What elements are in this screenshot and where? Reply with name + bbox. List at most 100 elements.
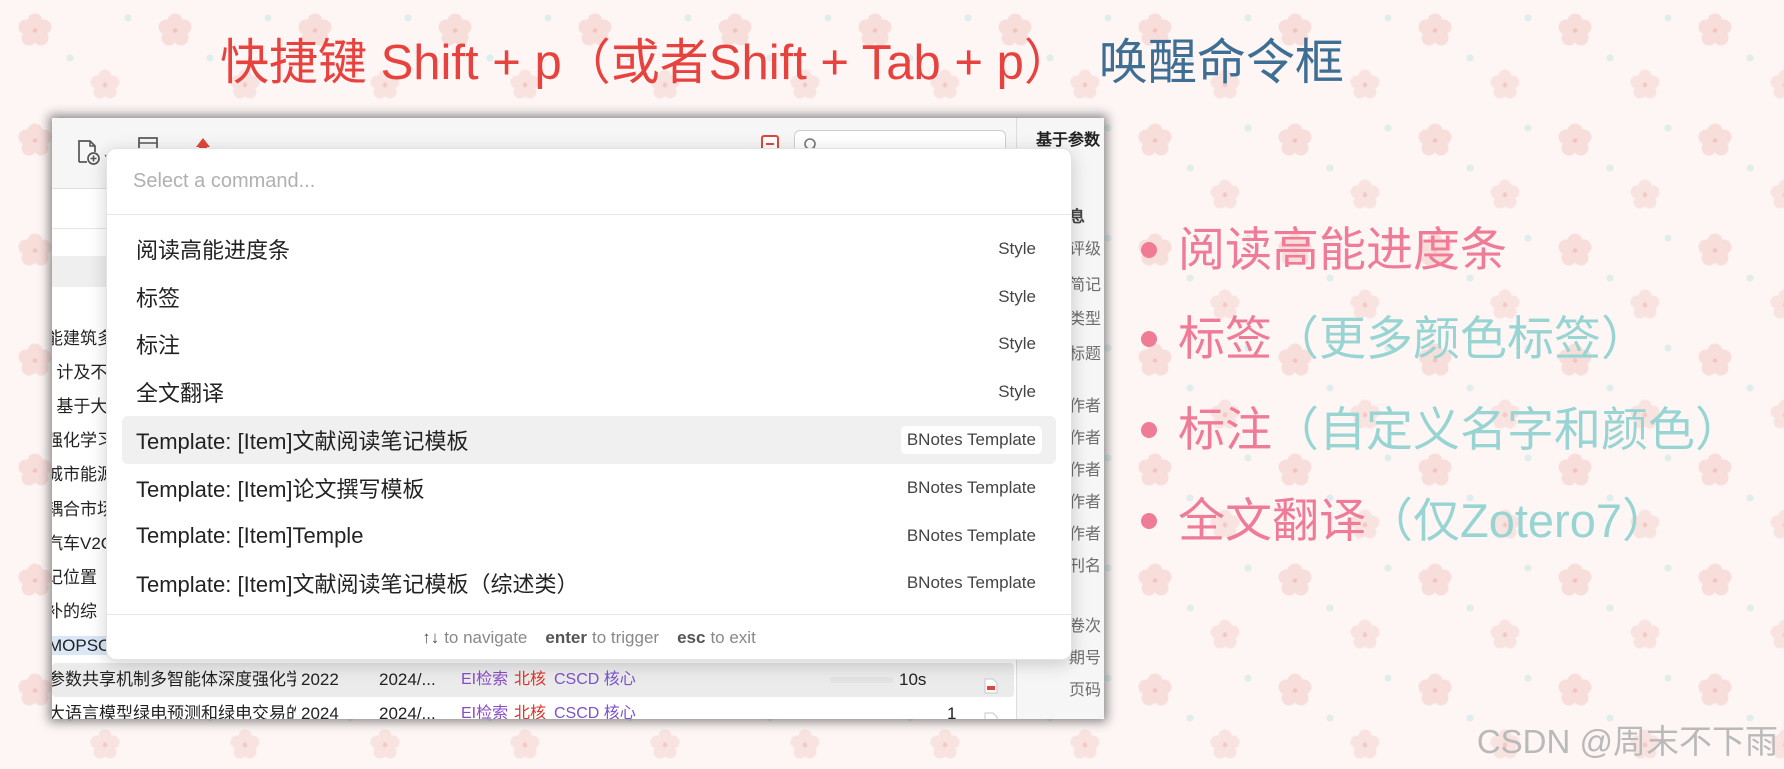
command-item[interactable]: Template: [Item]文献阅读笔记模板（综述类） BNotes Tem…: [122, 560, 1056, 608]
command-label: 标签: [136, 285, 181, 311]
hint-text: to trigger: [591, 628, 660, 647]
command-list: 阅读高能进度条 Style 标签 Style 标注 Style 全文翻译 Sty…: [107, 215, 1071, 607]
item-year: 2024: [301, 704, 339, 719]
feature-name: 标签: [1178, 312, 1272, 365]
palette-footer: ↑↓ to navigate enter to trigger esc to exit: [107, 614, 1071, 661]
command-label: Template: [Item]文献阅读笔记模板: [136, 429, 469, 455]
field-label: 标题: [1069, 346, 1102, 363]
hint-trigger: enter to trigger: [545, 628, 659, 648]
command-item[interactable]: 标注 Style: [122, 321, 1056, 369]
command-category: Style: [998, 382, 1036, 402]
field-label: 类型: [1069, 311, 1102, 328]
list-item-title[interactable]: 城市能源: [52, 458, 114, 492]
tag-cscd: CSCD 核心: [554, 705, 636, 719]
field-label: 期号: [1069, 650, 1102, 667]
bullet-dot: [1141, 331, 1157, 347]
command-category: BNotes Template: [906, 525, 1036, 545]
item-pane-title: 基于参数: [1036, 132, 1101, 149]
zotero-screenshot: 能建筑多 - 计及不 - 基于大 强化学习 城市能源 耦合市场 汽车V2G 记位…: [52, 118, 1104, 719]
field-label: 作者: [1069, 526, 1102, 543]
feature-name: 标注: [1178, 403, 1272, 456]
progress-track: [830, 677, 893, 683]
field-label: 作者: [1069, 462, 1102, 479]
item-date: 2024/...: [379, 670, 436, 689]
bullet-dot: [1141, 513, 1157, 529]
command-item[interactable]: 全文翻译 Style: [122, 368, 1056, 416]
hint-text: to navigate: [444, 628, 528, 647]
feature-name: 阅读高能进度条: [1178, 223, 1507, 276]
item-year: 2022: [301, 670, 339, 689]
feature-item: 标签 （更多颜色标签）: [1141, 306, 1648, 372]
list-item-title[interactable]: - 基于大: [52, 390, 107, 424]
feature-name: 全文翻译: [1178, 494, 1366, 547]
tag-ei: EI检索: [461, 671, 509, 688]
command-label: 全文翻译: [136, 381, 225, 407]
feature-item: 阅读高能进度条: [1141, 217, 1507, 283]
command-category: Style: [998, 238, 1036, 258]
command-label: 标注: [136, 333, 181, 359]
tag-beihe: 北核: [514, 705, 547, 719]
command-category: Style: [998, 334, 1036, 354]
tag-beihe: 北核: [514, 671, 547, 688]
feature-note: （仅Zotero7）: [1366, 494, 1669, 547]
hint-key: ↑↓: [422, 628, 440, 647]
field-label: 简记: [1069, 277, 1102, 294]
hint-key: enter: [545, 628, 587, 647]
hint-navigate: ↑↓ to navigate: [422, 628, 527, 648]
hint-key: esc: [677, 628, 706, 647]
pdf-attachment-icon[interactable]: [984, 672, 998, 694]
command-category: BNotes Template: [900, 426, 1042, 455]
feature-note: （自定义名字和颜色）: [1272, 403, 1742, 456]
bullet-dot: [1141, 422, 1157, 438]
field-label: 作者: [1069, 430, 1102, 447]
field-label: 卷次: [1069, 618, 1102, 635]
shortcut-text: 快捷键 Shift + p（或者Shift + Tab + p）: [220, 36, 1073, 90]
command-label: Template: [Item]论文撰写模板: [136, 476, 425, 502]
item-extra: 1: [947, 704, 957, 719]
command-label: 阅读高能进度条: [136, 237, 291, 263]
command-item[interactable]: 标签 Style: [122, 273, 1056, 321]
bullet-dot: [1141, 242, 1157, 258]
title-suffix: 唤醒命令框: [1098, 36, 1344, 90]
feature-note: （更多颜色标签）: [1272, 312, 1648, 365]
field-label: 评级: [1069, 241, 1102, 258]
field-label: 作者: [1069, 494, 1102, 511]
list-item-title[interactable]: 能建筑多: [52, 322, 114, 356]
field-label: 刊名: [1069, 558, 1102, 575]
list-item-title[interactable]: 耦合市场: [52, 493, 114, 527]
tag-ei: EI检索: [461, 705, 509, 719]
item-title: 参数共享机制多智能体深度强化学: [52, 670, 296, 689]
command-item[interactable]: Template: [Item]Temple BNotes Template: [122, 512, 1056, 560]
list-item-title[interactable]: - 计及不: [52, 356, 107, 390]
command-item[interactable]: Template: [Item]论文撰写模板 BNotes Template: [122, 464, 1056, 512]
list-item-title[interactable]: 补的综: [52, 595, 97, 629]
pdf-attachment-icon[interactable]: [984, 706, 998, 719]
table-row[interactable]: 大语言模型绿电预测和绿电交易的 2024 2024/... EI检索 北核 CS…: [52, 697, 1014, 719]
item-date: 2024/...: [379, 704, 436, 719]
command-item-selected[interactable]: Template: [Item]文献阅读笔记模板 BNotes Template: [122, 416, 1056, 464]
tag-cscd: CSCD 核心: [554, 671, 636, 688]
table-row[interactable]: 参数共享机制多智能体深度强化学 2022 2024/... EI检索 北核 CS…: [52, 663, 1014, 697]
command-label: Template: [Item]文献阅读笔记模板（综述类）: [136, 572, 579, 598]
command-category: Style: [998, 286, 1036, 306]
feature-item: 标注 （自定义名字和颜色）: [1141, 397, 1742, 463]
command-category: BNotes Template: [906, 573, 1036, 593]
list-item-title[interactable]: 汽车V2G: [52, 527, 114, 561]
list-item-title[interactable]: 记位置: [52, 561, 97, 595]
new-item-icon[interactable]: [74, 138, 102, 171]
item-title: 大语言模型绿电预测和绿电交易的: [52, 704, 296, 719]
command-input[interactable]: [107, 149, 1033, 213]
command-palette: 阅读高能进度条 Style 标签 Style 标注 Style 全文翻译 Sty…: [106, 148, 1072, 660]
feature-item: 全文翻译 （仅Zotero7）: [1141, 488, 1669, 554]
command-label: Template: [Item]Temple: [136, 522, 364, 548]
watermark: CSDN @周末不下雨: [1476, 723, 1778, 760]
slide-title: 快捷键 Shift + p（或者Shift + Tab + p） 唤醒命令框: [220, 30, 1344, 96]
list-item-title[interactable]: 强化学习: [52, 424, 114, 458]
hint-text: to exit: [710, 628, 756, 647]
command-category: BNotes Template: [906, 477, 1036, 497]
field-label: 页码: [1069, 682, 1102, 699]
command-item[interactable]: 阅读高能进度条 Style: [122, 225, 1056, 273]
hint-exit: esc to exit: [677, 628, 756, 648]
field-label: 作者: [1069, 398, 1102, 415]
command-input-wrapper: [107, 149, 1071, 215]
